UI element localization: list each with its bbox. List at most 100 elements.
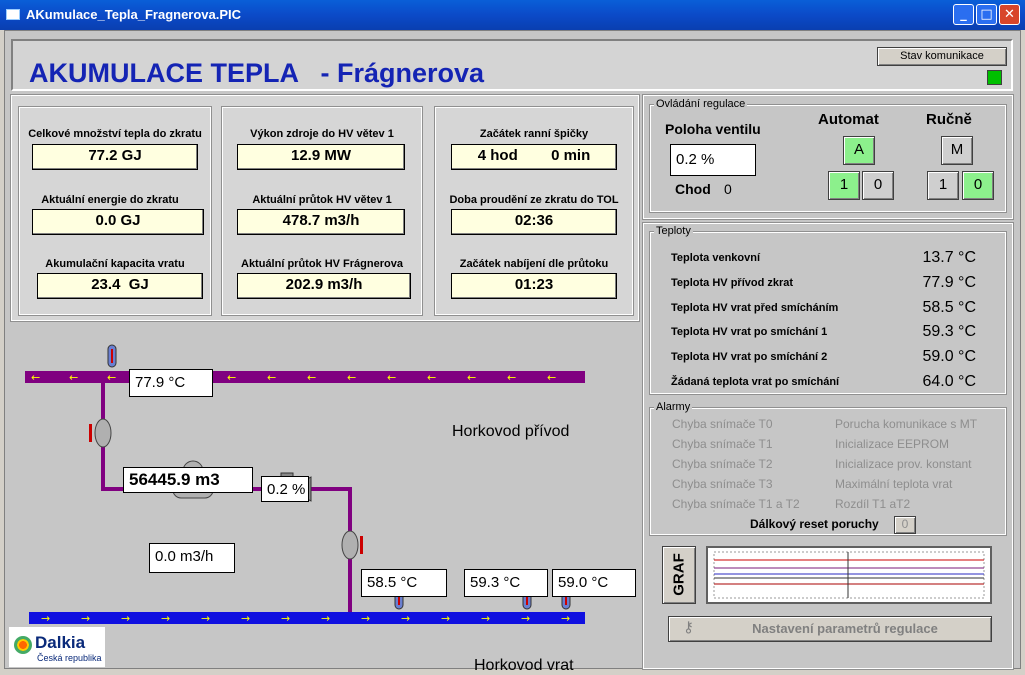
info-group-3: Začátek ranní špičky 4 hod 0 min Doba pr… xyxy=(434,106,634,316)
temp-label: Teplota HV vrat po smíchání 1 xyxy=(671,326,828,338)
status-communication-button[interactable]: Stav komunikace xyxy=(877,47,1007,66)
graph-preview[interactable] xyxy=(706,546,992,604)
info-label: Výkon zdroje do HV větev 1 xyxy=(250,128,394,140)
minimize-button[interactable]: _ xyxy=(953,4,974,25)
close-button[interactable]: ✕ xyxy=(999,4,1020,25)
temp-label: Teplota HV přívod zkrat xyxy=(671,277,794,289)
return-pipe xyxy=(29,612,585,624)
svg-text:←: ← xyxy=(267,371,276,384)
svg-text:→: → xyxy=(81,612,90,625)
info-label: Aktuální průtok HV větev 1 xyxy=(252,194,392,206)
manual-button[interactable]: M xyxy=(941,136,973,165)
valve-position-display: 0.2 % xyxy=(261,476,309,502)
reset-button[interactable]: 0 xyxy=(894,516,916,534)
svg-text:→: → xyxy=(441,612,450,625)
client-area: AKUMULACE TEPLA - Frágnerova Stav komuni… xyxy=(4,30,1021,674)
supply-pipe-label: Horkovod přívod xyxy=(452,423,570,440)
svg-text:←: ← xyxy=(347,371,356,384)
settings-button[interactable]: ⚷ Nastavení parametrů regulace xyxy=(668,616,992,642)
svg-text:←: ← xyxy=(547,371,556,384)
info-label: Akumulační kapacita vratu xyxy=(45,258,185,270)
temp-label: Teplota HV vrat před smícháním xyxy=(671,302,839,314)
logo-subtitle: Česká republika xyxy=(37,653,102,663)
reset-label: Dálkový reset poruchy xyxy=(750,517,879,531)
info-label: Doba proudění ze zkratu do TOL xyxy=(449,194,619,206)
svg-text:←: ← xyxy=(427,371,436,384)
info-label: Celkové množství tepla do zkratu xyxy=(28,128,202,140)
temp-label: Teplota venkovní xyxy=(671,252,761,264)
control-group-title: Ovládání regulace xyxy=(654,98,748,110)
info-value: 478.7 m3/h xyxy=(237,209,405,235)
svg-text:←: ← xyxy=(307,371,316,384)
svg-text:←: ← xyxy=(387,371,396,384)
info-label: Aktuální průtok HV Frágnerova xyxy=(241,258,403,270)
chod-value: 0 xyxy=(724,181,732,197)
return-temp-after2-display: 59.0 °C xyxy=(552,569,636,597)
svg-text:→: → xyxy=(201,612,210,625)
info-value: 202.9 m3/h xyxy=(237,273,411,299)
info-group-2: Výkon zdroje do HV větev 1 12.9 MW Aktuá… xyxy=(221,106,423,316)
svg-text:→: → xyxy=(561,612,570,625)
svg-text:→: → xyxy=(521,612,530,625)
alarm-item: Chyba snímače T1 xyxy=(672,437,773,451)
info-group-1: Celkové množství tepla do zkratu 77.2 GJ… xyxy=(18,106,212,316)
temp-value: 59.3 °C xyxy=(922,323,976,340)
alarm-item: Inicializace EEPROM xyxy=(835,437,950,451)
svg-text:→: → xyxy=(481,612,490,625)
settings-button-label: Nastavení parametrů regulace xyxy=(752,621,938,636)
app-icon xyxy=(6,9,20,20)
schematic: ←←←←←←←←←←←←←← →→→→→→→→→→→→→→ xyxy=(5,323,641,674)
info-panel: Celkové množství tepla do zkratu 77.2 GJ… xyxy=(10,94,640,322)
svg-text:→: → xyxy=(401,612,410,625)
svg-text:→: → xyxy=(161,612,170,625)
svg-text:→: → xyxy=(241,612,250,625)
info-value: 77.2 GJ xyxy=(32,144,198,170)
svg-text:→: → xyxy=(121,612,130,625)
status-indicator xyxy=(987,70,1002,85)
maximize-button[interactable]: □ xyxy=(976,4,997,25)
auto-zero-button[interactable]: 0 xyxy=(862,171,894,200)
info-value: 0.0 GJ xyxy=(32,209,204,235)
graph-button-label: GRAF xyxy=(670,553,688,596)
temp-value: 13.7 °C xyxy=(922,249,976,266)
supply-temp-display: 77.9 °C xyxy=(129,369,213,397)
svg-text:→: → xyxy=(41,612,50,625)
key-icon: ⚷ xyxy=(683,618,694,636)
alarm-item: Rozdíl T1 aT2 xyxy=(835,497,911,511)
automat-button[interactable]: A xyxy=(843,136,875,165)
info-value: 23.4 GJ xyxy=(37,273,203,299)
info-value: 01:23 xyxy=(451,273,617,299)
dalkia-logo-icon xyxy=(14,636,32,654)
alarm-item: Chyba snímače T0 xyxy=(672,417,773,431)
auto-one-button[interactable]: 1 xyxy=(828,171,860,200)
right-panel: Teploty Teplota venkovní 13.7 °C Teplota… xyxy=(642,222,1014,670)
alarm-item: Chyba snímače T1 a T2 xyxy=(672,497,800,511)
manual-zero-button[interactable]: 0 xyxy=(962,171,994,200)
info-value: 4 hod 0 min xyxy=(451,144,617,170)
info-label: Začátek ranní špičky xyxy=(479,128,589,140)
alarm-item: Maximální teplota vrat xyxy=(835,477,953,491)
temps-group-title: Teploty xyxy=(654,225,693,237)
graph-button[interactable]: GRAF xyxy=(662,546,696,604)
alarm-item: Chyba snímače T3 xyxy=(672,477,773,491)
alarm-item: Porucha komunikace s MT xyxy=(835,417,978,431)
automat-label: Automat xyxy=(818,111,879,128)
alarms-group-title: Alarmy xyxy=(654,401,693,413)
control-panel: Ovládání regulace Poloha ventilu 0.2 % C… xyxy=(642,94,1014,220)
manual-one-button[interactable]: 1 xyxy=(927,171,959,200)
valve-position-value: 0.2 % xyxy=(670,144,756,176)
info-label: Aktuální energie do zkratu xyxy=(41,194,179,206)
svg-text:→: → xyxy=(361,612,370,625)
temp-label: Žádaná teplota vrat po smíchání xyxy=(671,376,840,388)
svg-text:→: → xyxy=(281,612,290,625)
svg-text:←: ← xyxy=(507,371,516,384)
flow-display: 0.0 m3/h xyxy=(149,543,235,573)
svg-text:←: ← xyxy=(31,371,40,384)
dalkia-logo: Dalkia Česká republika xyxy=(9,627,105,667)
logo-brand: Dalkia xyxy=(35,633,86,652)
window-title: AKumulace_Tepla_Fragnerova.PIC xyxy=(26,7,242,22)
alarm-item: Chyba snímače T2 xyxy=(672,457,773,471)
svg-text:←: ← xyxy=(69,371,78,384)
temp-value: 59.0 °C xyxy=(922,348,976,365)
temp-label: Teplota HV vrat po smíchání 2 xyxy=(671,351,828,363)
